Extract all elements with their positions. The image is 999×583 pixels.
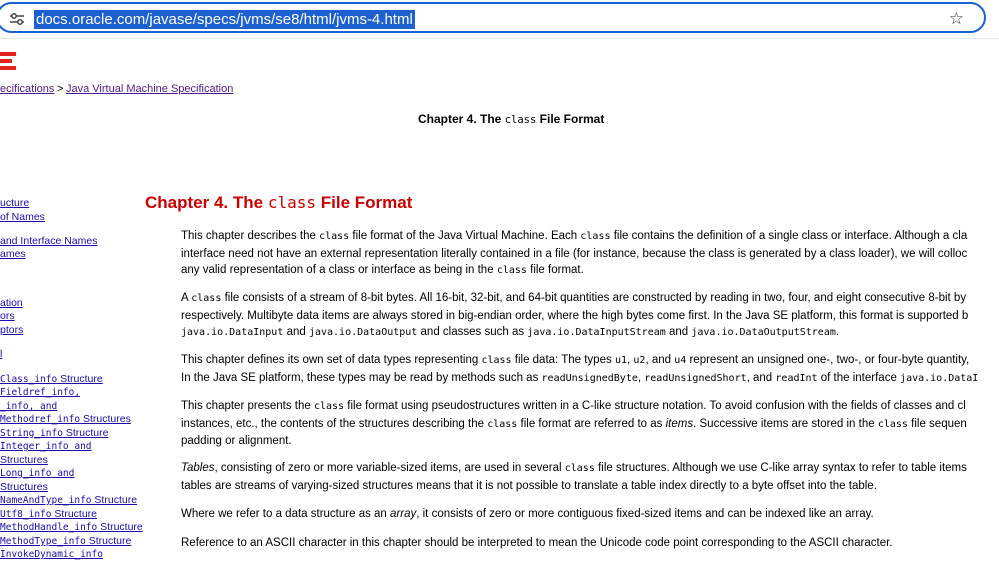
- toc-link[interactable]: Methodref_info Structures: [0, 413, 131, 426]
- toc-link[interactable]: MethodType_info Structure: [0, 535, 131, 548]
- toc-link[interactable]: ptors: [0, 324, 23, 337]
- paragraph-pseudostructures: This chapter presents the class file for…: [181, 400, 967, 447]
- url-text[interactable]: docs.oracle.com/javase/specs/jvms/se8/ht…: [34, 10, 415, 29]
- toc-link[interactable]: ames: [0, 248, 26, 261]
- toc-link[interactable]: Fieldref_info,: [0, 386, 80, 399]
- paragraph-intro: This chapter describes the class file fo…: [181, 230, 968, 276]
- toc-link[interactable]: and Interface Names: [0, 235, 97, 248]
- toc-link[interactable]: InvokeDynamic_info: [0, 548, 103, 561]
- toc-link[interactable]: MethodHandle_info Structure: [0, 521, 143, 534]
- toc-link[interactable]: Structures: [0, 481, 48, 494]
- paragraph-array: Where we refer to a data structure as an…: [181, 508, 874, 520]
- toc-link[interactable]: ucture: [0, 197, 29, 210]
- toc-link[interactable]: _info, and: [0, 400, 57, 413]
- toc-link[interactable]: Utf8_info Structure: [0, 508, 97, 521]
- toc-link[interactable]: Long_info and: [0, 467, 74, 480]
- toc-link[interactable]: ation: [0, 297, 23, 310]
- toc-link[interactable]: Structures: [0, 454, 48, 467]
- breadcrumb-specifications[interactable]: ecifications: [0, 83, 54, 96]
- paragraph-ascii: Reference to an ASCII character in this …: [181, 537, 893, 549]
- breadcrumb-jvm-spec[interactable]: Java Virtual Machine Specification: [66, 83, 233, 96]
- omnibox[interactable]: docs.oracle.com/javase/specs/jvms/se8/ht…: [0, 2, 986, 33]
- toc-link[interactable]: Class_info Structure: [0, 373, 103, 386]
- toc-link[interactable]: of Names: [0, 211, 45, 224]
- paragraph-bytes: A class file consists of a stream of 8-b…: [181, 292, 969, 338]
- toc-link[interactable]: ors: [0, 310, 15, 323]
- paragraph-tables: Tables, consisting of zero or more varia…: [181, 462, 967, 492]
- chapter-title: Chapter 4. The class File Format: [145, 193, 413, 212]
- tune-icon[interactable]: [10, 13, 24, 25]
- address-bar: docs.oracle.com/javase/specs/jvms/se8/ht…: [0, 0, 999, 39]
- oracle-logo-icon: [0, 52, 16, 70]
- breadcrumb-separator: >: [57, 83, 64, 95]
- toc-link[interactable]: String_info Structure: [0, 427, 108, 440]
- toc-link[interactable]: NameAndType_info Structure: [0, 494, 137, 507]
- toc-link[interactable]: l: [0, 348, 2, 361]
- star-icon[interactable]: ☆: [949, 10, 964, 28]
- toc-link[interactable]: Integer_info and: [0, 440, 92, 453]
- page-header-title: Chapter 4. The class File Format: [418, 112, 605, 126]
- paragraph-data-types: This chapter defines its own set of data…: [181, 354, 979, 384]
